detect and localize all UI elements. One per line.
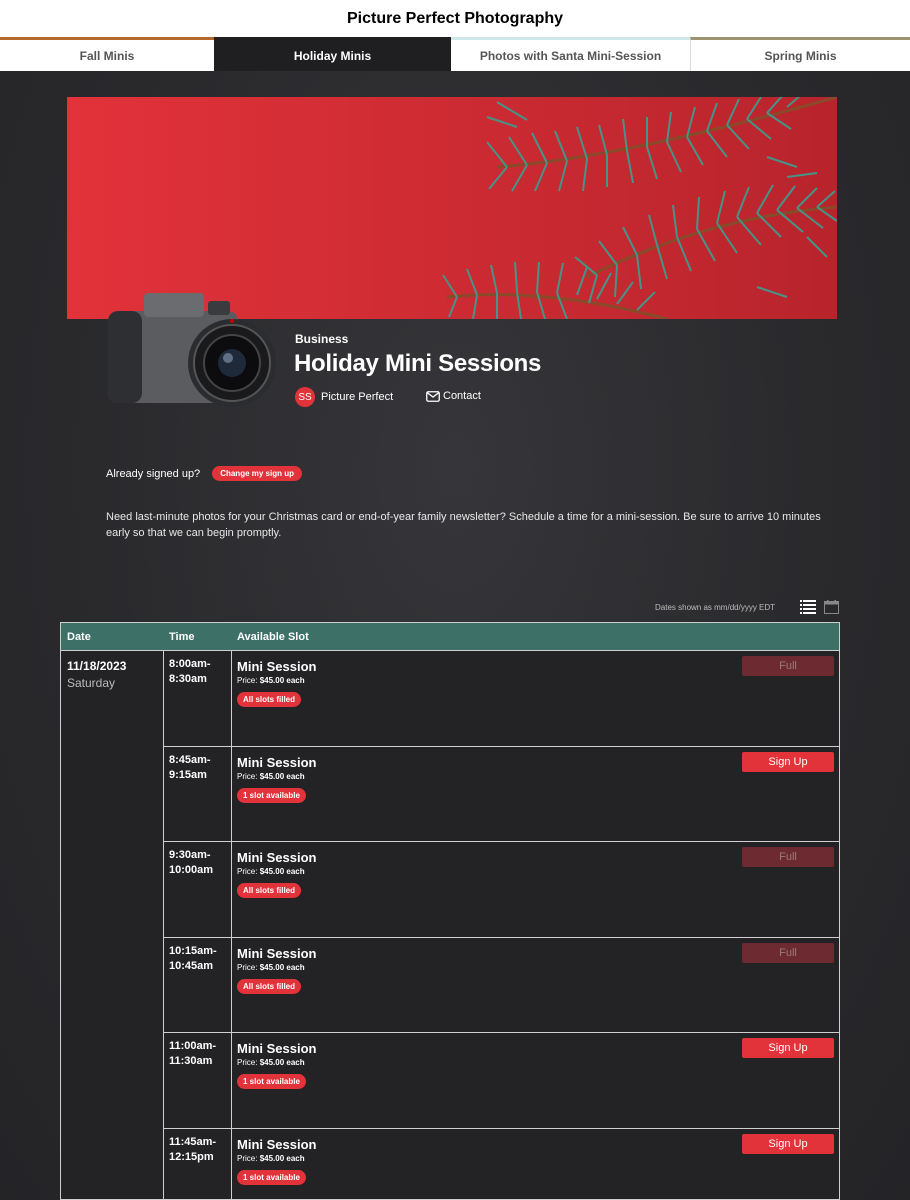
tab-photos-with-santa[interactable]: Photos with Santa Mini-Session [451, 37, 690, 71]
table-header: Date Time Available Slot [61, 623, 839, 651]
full-button: Full [742, 656, 834, 676]
slot-cell: Mini Session Price: $45.00 each All slot… [232, 651, 839, 746]
signup-table: Date Time Available Slot 11/18/2023 Satu… [60, 622, 840, 1200]
price-label: Price: [237, 962, 258, 972]
price-value: $45.00 each [259, 676, 305, 685]
status-badge: All slots filled [237, 692, 302, 707]
calendar-view-icon[interactable] [824, 600, 839, 614]
date-value: 11/18/2023 [67, 659, 127, 673]
time-end: 10:00am [169, 864, 214, 876]
table-row: 8:45am- 9:15am Mini Session Price: $45.00… [164, 746, 839, 842]
table-row: 11:00am- 11:30am Mini Session Price: $45.… [164, 1033, 839, 1129]
sign-up-button[interactable]: Sign Up [742, 751, 834, 772]
full-button: Full [742, 847, 834, 867]
page-body: Business Holiday Mini Sessions SS Pictur… [0, 71, 910, 1200]
time-cell: 8:45am- 9:15am [164, 746, 232, 841]
time-end: 9:15am [169, 768, 207, 781]
time-cell: 8:00am- 8:30am [164, 651, 232, 746]
column-header-date: Date [67, 630, 91, 643]
page-title: Holiday Mini Sessions [294, 350, 542, 377]
time-start: 11:00am- [169, 1040, 217, 1052]
time-start: 8:00am- [169, 658, 211, 670]
change-signup-button[interactable]: Change my sign up [212, 466, 302, 481]
slot-price: Price: $45.00 each [237, 963, 834, 972]
sign-up-button[interactable]: Sign Up [742, 1133, 834, 1154]
slot-price: Price: $45.00 each [237, 1154, 834, 1163]
full-button: Full [742, 942, 834, 963]
price-label: Price: [237, 676, 258, 685]
table-row: 11:45am- 12:15pm Mini Session Price: $45.… [164, 1128, 839, 1200]
slot-price: Price: $45.00 each [237, 772, 834, 781]
status-badge: All slots filled [237, 883, 302, 898]
tab-holiday-minis[interactable]: Holiday Minis [214, 37, 451, 71]
slot-cell: Mini Session Price: $45.00 each 1 slot a… [232, 747, 839, 842]
slot-cell: Mini Session Price: $45.00 each All slot… [232, 842, 839, 937]
price-label: Price: [237, 867, 258, 876]
slot-price: Price: $45.00 each [237, 1058, 834, 1067]
site-title: Picture Perfect Photography [0, 0, 910, 37]
time-end: 11:30am [169, 1055, 213, 1067]
tab-bar: Fall Minis Holiday Minis Photos with San… [0, 37, 910, 71]
slot-cell: Mini Session Price: $45.00 each All slot… [232, 938, 839, 1033]
price-label: Price: [237, 1058, 258, 1067]
tab-fall-minis[interactable]: Fall Minis [0, 37, 214, 71]
slot-cell: Mini Session Price: $45.00 each 1 slot a… [232, 1033, 839, 1128]
already-signed-up-text: Already signed up? [106, 467, 201, 480]
tab-spring-minis[interactable]: Spring Minis [690, 37, 910, 71]
time-end: 8:30am [169, 673, 207, 685]
organizer-name: Picture Perfect [321, 391, 394, 403]
slot-cell: Mini Session Price: $45.00 each 1 slot a… [232, 1129, 839, 1200]
column-header-time: Time [169, 630, 195, 643]
mail-icon [426, 390, 440, 402]
price-value: $45.00 each [259, 771, 305, 781]
time-cell: 11:45am- 12:15pm [164, 1128, 232, 1199]
day-value: Saturday [67, 676, 116, 690]
time-start: 8:45am- [169, 753, 211, 766]
slot-price: Price: $45.00 each [237, 867, 834, 876]
time-start: 10:15am- [169, 944, 217, 957]
time-end: 12:15pm [169, 1150, 214, 1163]
time-cell: 11:00am- 11:30am [164, 1033, 232, 1128]
category-label: Business [295, 332, 349, 346]
table-row: 10:15am- 10:45am Mini Session Price: $45.… [164, 937, 839, 1033]
already-signed-up: Already signed up? Change my sign up [106, 466, 302, 481]
column-header-slot: Available Slot [237, 630, 309, 643]
contact-label: Contact [443, 390, 481, 402]
avatar: SS [295, 387, 315, 407]
status-badge: 1 slot available [237, 1169, 306, 1185]
price-value: $45.00 each [259, 1058, 305, 1067]
time-cell: 10:15am- 10:45am [164, 937, 232, 1032]
camera-image [108, 293, 276, 407]
time-start: 9:30am- [169, 849, 211, 861]
timezone-note: Dates shown as mm/dd/yyyy EDT [655, 603, 776, 612]
status-badge: All slots filled [237, 978, 302, 994]
sign-up-button[interactable]: Sign Up [742, 1038, 834, 1058]
table-row: 9:30am- 10:00am Mini Session Price: $45.0… [164, 842, 839, 938]
date-cell: 11/18/2023 Saturday [61, 651, 164, 1199]
price-value: $45.00 each [259, 962, 305, 972]
time-start: 11:45am- [169, 1135, 217, 1148]
price-value: $45.00 each [259, 867, 305, 876]
slot-price: Price: $45.00 each [237, 676, 834, 685]
list-view-icon[interactable] [800, 600, 816, 614]
status-badge: 1 slot available [237, 787, 306, 803]
description: Need last-minute photos for your Christm… [106, 511, 821, 539]
status-badge: 1 slot available [237, 1074, 306, 1089]
contact-link[interactable]: Contact [426, 390, 481, 402]
table-row: 8:00am- 8:30am Mini Session Price: $45.00… [164, 651, 839, 747]
time-end: 10:45am [169, 959, 214, 972]
time-cell: 9:30am- 10:00am [164, 842, 232, 937]
price-label: Price: [237, 771, 258, 781]
price-value: $45.00 each [259, 1153, 305, 1163]
price-label: Price: [237, 1153, 258, 1163]
organizer[interactable]: SS Picture Perfect [295, 387, 393, 407]
